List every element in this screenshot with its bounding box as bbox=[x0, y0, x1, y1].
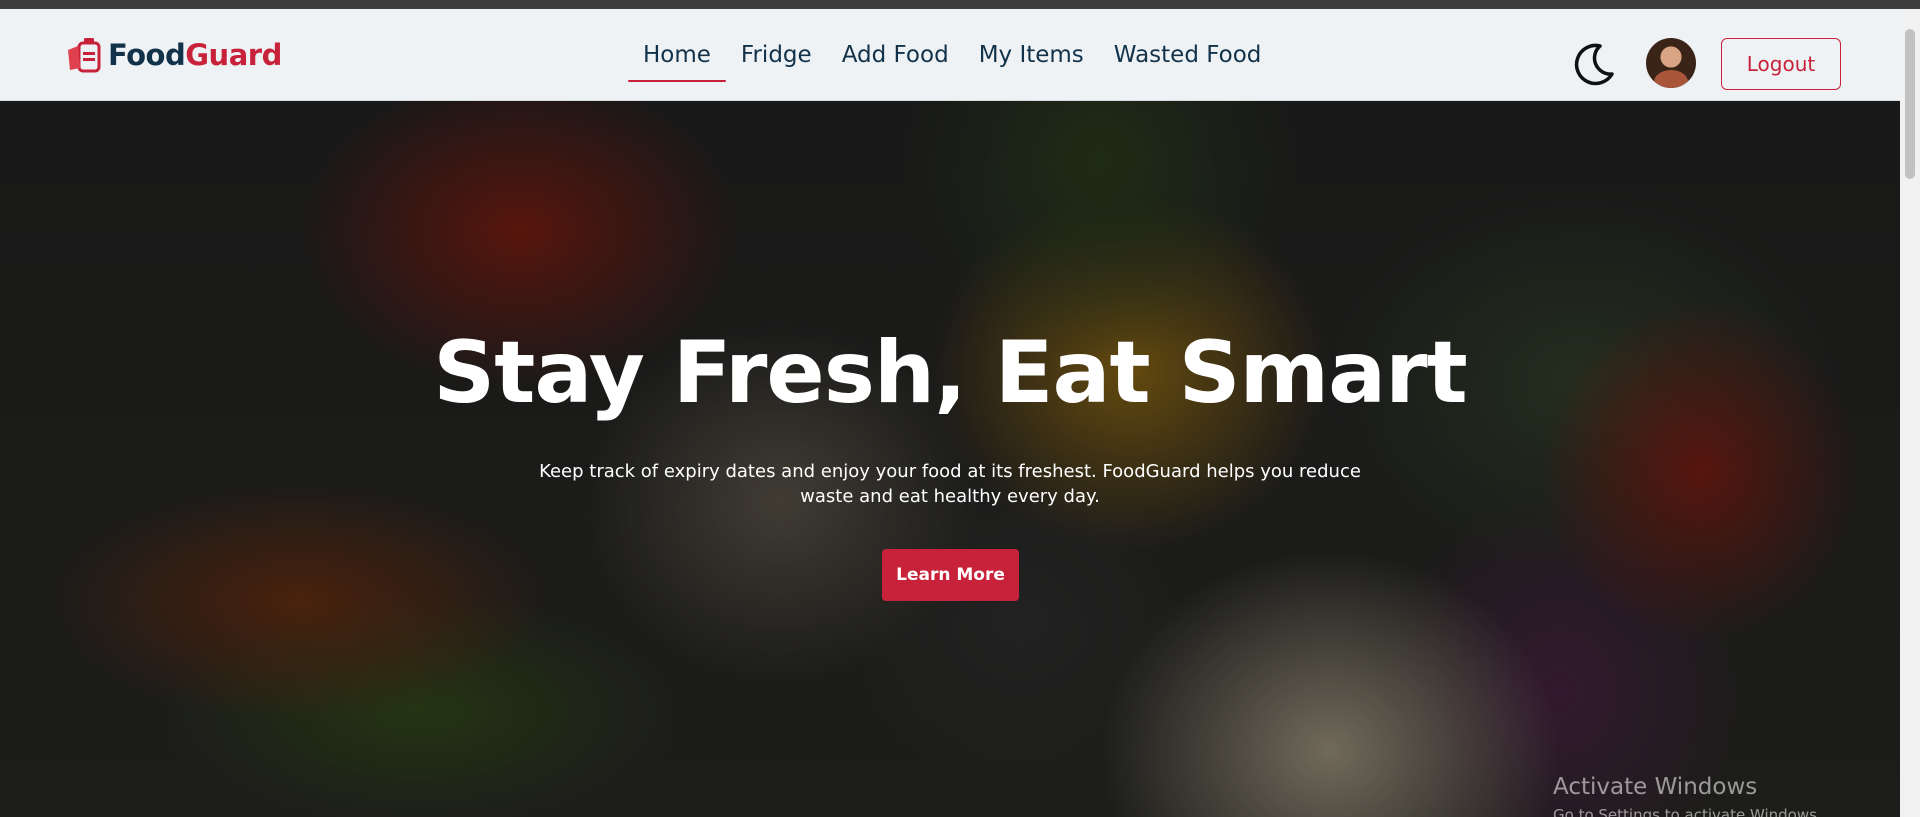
nav-add-food[interactable]: Add Food bbox=[827, 37, 964, 81]
hero-title: Stay Fresh, Eat Smart bbox=[433, 323, 1467, 423]
main-nav: Home Fridge Add Food My Items Wasted Foo… bbox=[628, 37, 1277, 82]
nav-my-items[interactable]: My Items bbox=[964, 37, 1099, 81]
brand-name-guard: Guard bbox=[185, 38, 282, 72]
nav-wasted-food[interactable]: Wasted Food bbox=[1099, 37, 1277, 81]
watermark-subtitle: Go to Settings to activate Windows. bbox=[1553, 806, 1822, 817]
user-avatar[interactable] bbox=[1646, 38, 1696, 88]
activate-windows-watermark: Activate Windows Go to Settings to activ… bbox=[1553, 774, 1822, 817]
brand-name: FoodGuard bbox=[108, 38, 282, 72]
nav-home[interactable]: Home bbox=[628, 37, 726, 82]
watermark-title: Activate Windows bbox=[1553, 774, 1758, 800]
logout-button[interactable]: Logout bbox=[1721, 38, 1841, 90]
browser-top-strip bbox=[0, 0, 1920, 9]
nav-fridge[interactable]: Fridge bbox=[726, 37, 827, 81]
moon-icon[interactable] bbox=[1570, 40, 1618, 88]
brand-logo[interactable]: FoodGuard bbox=[64, 34, 282, 76]
navbar: FoodGuard Home Fridge Add Food My Items … bbox=[0, 9, 1900, 101]
brand-name-food: Food bbox=[108, 38, 186, 72]
hero-subtitle: Keep track of expiry dates and enjoy you… bbox=[539, 461, 1361, 507]
page-scrollbar[interactable] bbox=[1900, 9, 1920, 817]
food-jar-icon bbox=[68, 38, 101, 73]
hero-section: Stay Fresh, Eat Smart Keep track of expi… bbox=[0, 101, 1900, 817]
scrollbar-thumb[interactable] bbox=[1905, 29, 1915, 179]
learn-more-button[interactable]: Learn More bbox=[882, 549, 1019, 601]
